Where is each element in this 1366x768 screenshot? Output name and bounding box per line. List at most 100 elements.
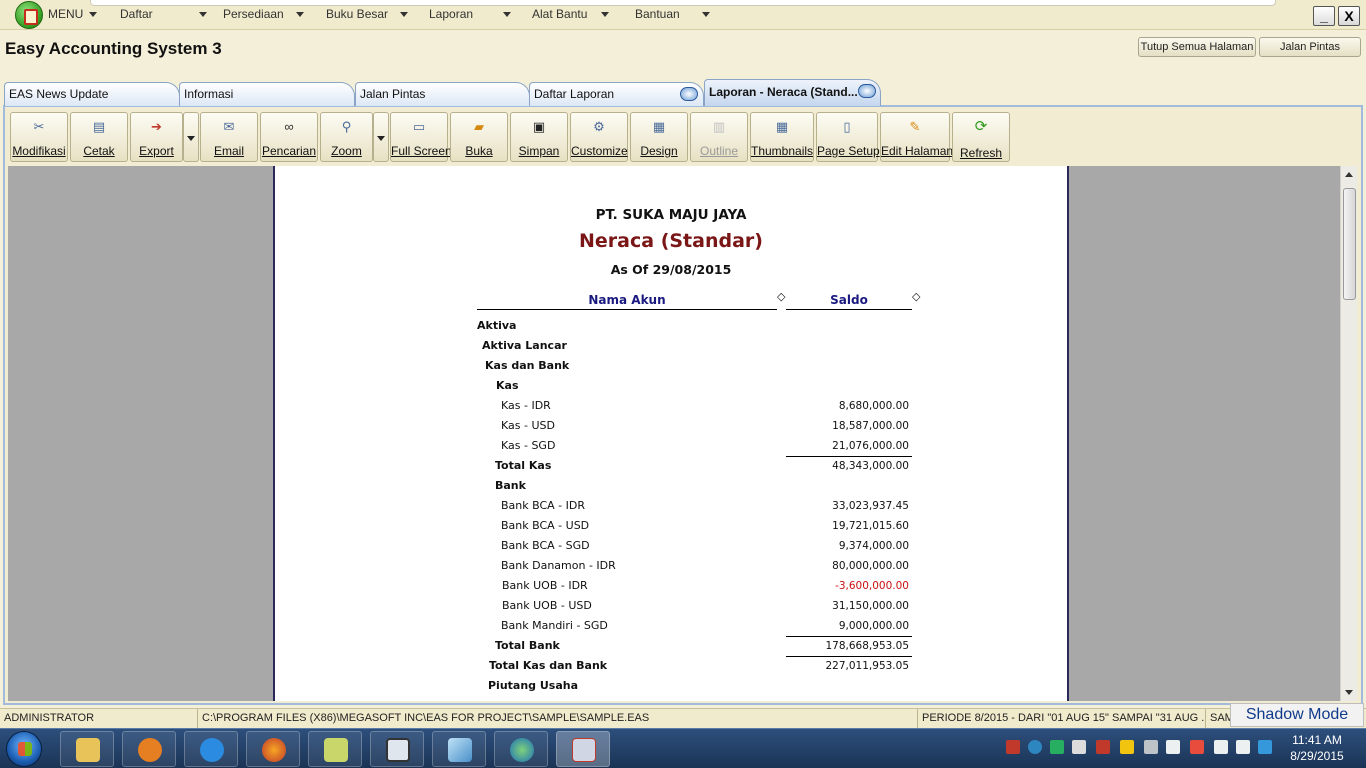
design-icon: ▦ — [652, 119, 666, 134]
taskbar-eas[interactable] — [556, 731, 610, 767]
customize-button[interactable]: ⚙ Customize — [570, 112, 628, 162]
column-header-account[interactable]: Nama Akun — [477, 293, 777, 307]
chevron-down-icon — [400, 12, 409, 18]
menu-persediaan[interactable]: Persediaan — [223, 7, 304, 21]
close-all-pages-button[interactable]: Tutup Semua Halaman — [1138, 37, 1256, 57]
refresh-button[interactable]: ⟳ Refresh — [952, 112, 1010, 162]
thumbnails-button[interactable]: ▦ Thumbnails — [750, 112, 814, 162]
email-button[interactable]: ✉ Email — [200, 112, 258, 162]
account-balance: 31,150,000.00 — [832, 600, 909, 612]
tab-laporan-neraca[interactable]: Laporan - Neraca (Stand... — [704, 79, 881, 106]
tray-device-icon[interactable] — [1166, 740, 1180, 754]
title-bar: Easy Accounting System 3 Tutup Semua Hal… — [0, 33, 1366, 63]
subtotal-line — [786, 636, 912, 637]
outline-icon: ▥ — [712, 119, 726, 134]
folder-icon — [76, 738, 100, 762]
tray-flag-icon[interactable] — [1006, 740, 1020, 754]
status-bar: ADMINISTRATOR C:\PROGRAM FILES (X86)\MEG… — [0, 708, 1366, 729]
tab-eas-news-update[interactable]: EAS News Update — [4, 82, 180, 106]
vertical-scrollbar[interactable] — [1340, 166, 1357, 701]
simpan-button[interactable]: ▣ Simpan — [510, 112, 568, 162]
modifikasi-button[interactable]: ✂ Modifikasi — [10, 112, 68, 162]
menu-daftar[interactable]: Daftar — [120, 7, 207, 21]
outline-button[interactable]: ▥ Outline — [690, 112, 748, 162]
shortcut-button[interactable]: Jalan Pintas — [1259, 37, 1361, 57]
tab-daftar-laporan[interactable]: Daftar Laporan — [529, 82, 704, 106]
menu-main[interactable]: MENU — [48, 7, 98, 21]
tray-shield-icon[interactable] — [1096, 740, 1110, 754]
taskbar-clock[interactable]: 11:41 AM 8/29/2015 — [1282, 732, 1352, 764]
taskbar-blue-app[interactable] — [432, 731, 486, 767]
design-button[interactable]: ▦ Design — [630, 112, 688, 162]
tab-bar: EAS News Update Informasi Jalan Pintas D… — [0, 78, 1366, 106]
tray-signal-icon[interactable] — [1214, 740, 1228, 754]
top-strip — [90, 0, 1276, 6]
account-label: Kas - USD — [501, 419, 555, 432]
tray-pen-icon[interactable] — [1072, 740, 1086, 754]
tray-volume-icon[interactable] — [1236, 740, 1250, 754]
tray-music-icon[interactable] — [1120, 740, 1134, 754]
zoom-dropdown-button[interactable] — [373, 112, 389, 162]
account-label: Aktiva Lancar — [482, 339, 567, 352]
edit-halaman-button[interactable]: ✎ Edit Halaman — [880, 112, 953, 162]
account-label: Kas dan Bank — [485, 359, 570, 372]
cetak-button[interactable]: ▤ Cetak — [70, 112, 128, 162]
report-viewer[interactable]: PT. SUKA MAJU JAYA Neraca (Standar) As O… — [8, 166, 1340, 701]
eas-icon — [572, 738, 596, 762]
menu-bantuan[interactable]: Bantuan — [635, 7, 710, 21]
tab-jalan-pintas[interactable]: Jalan Pintas — [355, 82, 530, 106]
taskbar-notes-app[interactable] — [308, 731, 362, 767]
taskbar-internet-explorer[interactable] — [184, 731, 238, 767]
export-dropdown-button[interactable] — [183, 112, 199, 162]
report-date: As Of 29/08/2015 — [610, 262, 732, 277]
scroll-thumb[interactable] — [1343, 188, 1356, 300]
tray-usb-icon[interactable] — [1190, 740, 1204, 754]
fullscreen-icon: ▭ — [412, 119, 426, 134]
taskbar-explorer[interactable] — [60, 731, 114, 767]
tray-app-icon[interactable] — [1258, 740, 1272, 754]
sort-icon[interactable]: ◇ — [777, 290, 785, 303]
account-label: Bank UOB - USD — [502, 599, 592, 612]
pencarian-button[interactable]: ∞ Pencarian — [260, 112, 318, 162]
main-menu-bar: MENU Daftar Persediaan Buku Besar Lapora… — [0, 0, 1366, 30]
export-button[interactable]: ➔ Export — [130, 112, 183, 162]
full-screen-button[interactable]: ▭ Full Screen — [390, 112, 452, 162]
taskbar-window-app[interactable] — [370, 731, 424, 767]
printer-icon: ▤ — [92, 119, 106, 134]
menu-alat-bantu[interactable]: Alat Bantu — [532, 7, 610, 21]
tab-informasi[interactable]: Informasi — [179, 82, 355, 106]
menu-laporan[interactable]: Laporan — [429, 7, 512, 21]
tab-close-icon[interactable] — [680, 87, 698, 101]
taskbar-media-player[interactable] — [122, 731, 176, 767]
tray-check-icon[interactable] — [1050, 740, 1064, 754]
zoom-button[interactable]: ⚲ Zoom — [320, 112, 373, 162]
export-icon: ➔ — [151, 119, 162, 134]
account-balance: 21,076,000.00 — [832, 440, 909, 452]
email-icon: ✉ — [223, 119, 235, 134]
account-balance: 9,000,000.00 — [838, 620, 909, 632]
tray-bluetooth-icon[interactable] — [1144, 740, 1158, 754]
taskbar-firefox[interactable] — [246, 731, 300, 767]
taskbar-globe-app[interactable] — [494, 731, 548, 767]
sort-icon[interactable]: ◇ — [912, 290, 920, 303]
menu-buku-besar[interactable]: Buku Besar — [326, 7, 409, 21]
account-label: Piutang Dagang [Customer] — [494, 699, 667, 701]
tab-close-icon[interactable] — [858, 84, 876, 98]
open-folder-icon: ▰ — [474, 119, 484, 134]
minimize-button[interactable]: _ — [1313, 6, 1335, 26]
tray-network-icon[interactable] — [1028, 740, 1042, 754]
media-player-icon — [138, 738, 162, 762]
account-label: Total Kas — [495, 459, 552, 472]
start-button[interactable] — [6, 731, 42, 767]
app-title: Easy Accounting System 3 — [5, 39, 222, 58]
buka-button[interactable]: ▰ Buka — [450, 112, 508, 162]
column-header-balance[interactable]: Saldo — [786, 293, 912, 307]
app-logo-icon[interactable] — [15, 1, 43, 29]
account-label: Piutang Usaha — [488, 679, 579, 692]
scroll-up-icon[interactable] — [1345, 172, 1353, 177]
close-button[interactable]: X — [1338, 6, 1360, 26]
scroll-down-icon[interactable] — [1345, 690, 1353, 695]
page-setup-button[interactable]: ▯ Page Setup — [816, 112, 880, 162]
chevron-down-icon — [198, 12, 207, 18]
account-label: Bank BCA - IDR — [501, 499, 586, 512]
